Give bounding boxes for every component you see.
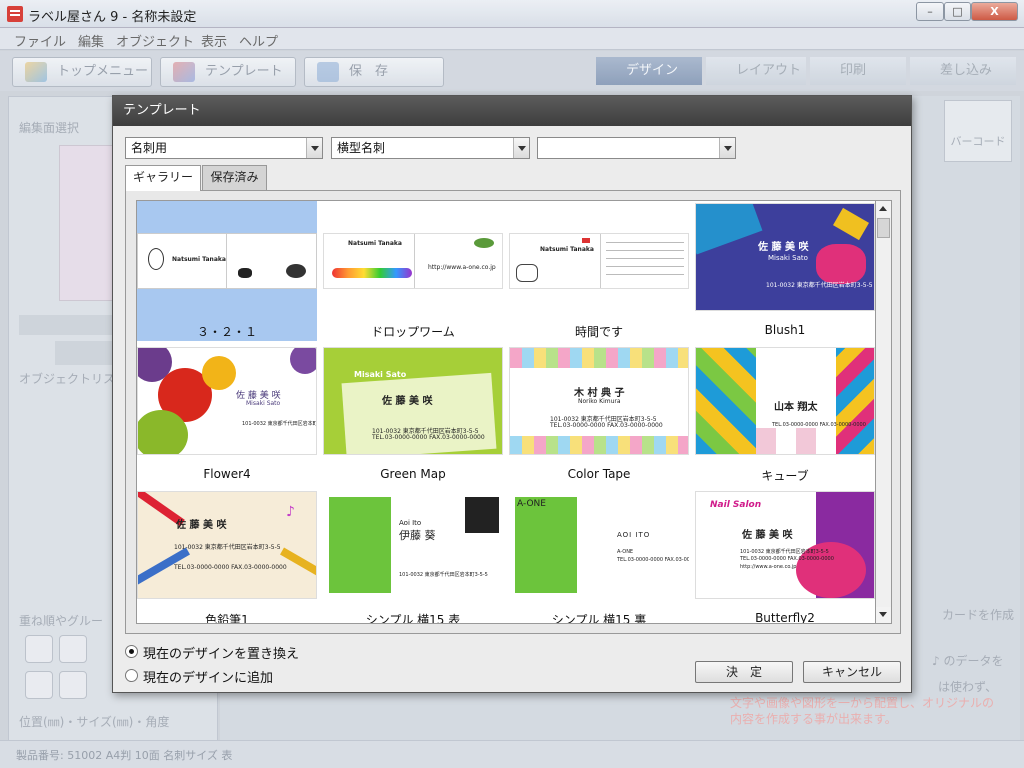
- template-thumbnail: Nail Salon 佐 藤 美 咲 101-0032 東京都千代田区岩本町3-…: [695, 491, 875, 599]
- template-item[interactable]: Nail Salon 佐 藤 美 咲 101-0032 東京都千代田区岩本町3-…: [695, 489, 875, 624]
- radio-selected-icon: [125, 645, 138, 658]
- template-item[interactable]: 佐 藤 美 咲 Misaki Sato 101-0032 東京都千代田区岩本町3…: [695, 201, 875, 341]
- chevron-down-icon: [306, 138, 322, 158]
- card-company-small: A-ONE: [617, 549, 634, 555]
- card-name: 佐 藤 美 咲: [742, 530, 793, 541]
- template-name: Color Tape: [567, 467, 631, 481]
- type-value: 横型名刺: [337, 141, 386, 155]
- card-tel: TEL.03-0000-0000 FAX.03-0000-0000: [174, 564, 287, 571]
- add-design-radio[interactable]: 現在のデザインに追加: [125, 667, 273, 686]
- card-address: 101-0032 東京都千代田区岩本町3-5-5: [740, 549, 829, 555]
- card-name-en: Misaki Sato: [354, 370, 407, 379]
- template-name: キューブ: [761, 469, 809, 483]
- template-item[interactable]: Natsumi Tanaka 時間です: [509, 201, 689, 341]
- template-item[interactable]: Natsumi Tanaka ３・２・１: [137, 201, 317, 341]
- card-tel: TEL.03-0000-0000 FAX.03-0000-0000: [617, 557, 689, 563]
- card-address: 101-0032 東京都千代田区岩本町3-5-5: [242, 421, 316, 427]
- type-select[interactable]: 横型名刺: [331, 137, 530, 159]
- template-thumbnail: 木 村 典 子 Noriko Kimura 101-0032 東京都千代田区岩本…: [509, 347, 689, 455]
- template-item[interactable]: Aoi Ito 伊藤 葵 101-0032 東京都千代田区岩本町3-5-5 シン…: [323, 489, 503, 624]
- card-name-en: AOI ITO: [617, 531, 651, 539]
- template-name: 色鉛筆1: [205, 613, 249, 624]
- card-company: Nail Salon: [710, 500, 762, 510]
- card-address: 101-0032 東京都千代田区岩本町3-5-5: [766, 282, 873, 289]
- template-item[interactable]: 佐 藤 美 咲 Misaki Sato 101-0032 東京都千代田区岩本町3…: [137, 345, 317, 485]
- card-name: 佐 藤 美 咲: [176, 520, 227, 531]
- scroll-down-icon[interactable]: [876, 607, 891, 623]
- card-name: Natsumi Tanaka: [172, 256, 226, 263]
- template-name: Butterfly2: [755, 611, 815, 624]
- card-name-en: Misaki Sato: [768, 254, 808, 262]
- card-name: 木 村 典 子: [574, 388, 625, 399]
- card-name: 佐 藤 美 咲: [382, 396, 433, 407]
- template-thumbnail: Aoi Ito 伊藤 葵 101-0032 東京都千代田区岩本町3-5-5: [323, 491, 503, 599]
- card-url: http://www.a-one.co.jp: [740, 564, 797, 570]
- template-item[interactable]: A-ONE AOI ITO A-ONE TEL.03-0000-0000 FAX…: [509, 489, 689, 624]
- template-name: Blush1: [764, 323, 806, 337]
- cancel-button[interactable]: キャンセル: [803, 661, 901, 683]
- template-thumbnail: Natsumi Tanaka: [137, 233, 317, 289]
- template-item[interactable]: 木 村 典 子 Noriko Kimura 101-0032 東京都千代田区岩本…: [509, 345, 689, 485]
- chevron-down-icon: [719, 138, 735, 158]
- template-item[interactable]: ♪ 佐 藤 美 咲 101-0032 東京都千代田区岩本町3-5-5 TEL.0…: [137, 489, 317, 624]
- card-tel: TEL.03-0000-0000 FAX.03-0000-0000: [550, 422, 663, 429]
- subtype-select[interactable]: [537, 137, 736, 159]
- template-thumbnail: ♪ 佐 藤 美 咲 101-0032 東京都千代田区岩本町3-5-5 TEL.0…: [137, 491, 317, 599]
- template-name: Green Map: [380, 467, 446, 481]
- template-item[interactable]: 山本 翔太 TEL.03-0000-0000 FAX.03-0000-0000 …: [695, 345, 875, 485]
- template-name: ３・２・１: [196, 325, 257, 339]
- card-tel: TEL.03-0000-0000 FAX.03-0000-0000: [740, 556, 834, 562]
- card-name-en: Aoi Ito: [399, 519, 422, 527]
- replace-design-radio[interactable]: 現在のデザインを置き換え: [125, 643, 299, 662]
- card-name: 山本 翔太: [774, 402, 818, 413]
- card-company: A-ONE: [517, 499, 546, 509]
- card-address: 101-0032 東京都千代田区岩本町3-5-5: [399, 572, 488, 578]
- template-dialog: テンプレート 名刺用 横型名刺 ギャラリー 保存済み Natsumi Tanak…: [112, 95, 912, 693]
- template-name: シンプル 横15 表: [365, 613, 461, 624]
- template-name: Flower4: [203, 467, 251, 481]
- card-tel: TEL.03-0000-0000 FAX.03-0000-0000: [372, 434, 485, 441]
- template-name: シンプル 横15 裏: [551, 613, 647, 624]
- template-gallery: Natsumi Tanaka ３・２・１ Natsumi Tanaka http…: [136, 200, 876, 624]
- tab-gallery[interactable]: ギャラリー: [125, 165, 201, 191]
- radio-unselected-icon: [125, 669, 138, 682]
- card-name: 伊藤 葵: [399, 529, 436, 542]
- add-design-label: 現在のデザインに追加: [143, 671, 274, 686]
- card-name-en: Noriko Kimura: [578, 398, 621, 405]
- scroll-thumb[interactable]: [877, 218, 890, 238]
- template-thumbnail: 佐 藤 美 咲 Misaki Sato 101-0032 東京都千代田区岩本町3…: [137, 347, 317, 455]
- template-thumbnail: 佐 藤 美 咲 Misaki Sato 101-0032 東京都千代田区岩本町3…: [695, 203, 875, 311]
- card-name: Natsumi Tanaka: [348, 240, 402, 247]
- tab-saved[interactable]: 保存済み: [202, 165, 267, 190]
- card-name: Natsumi Tanaka: [540, 246, 594, 253]
- card-url: http://www.a-one.co.jp: [428, 264, 496, 271]
- template-item[interactable]: Misaki Sato 佐 藤 美 咲 101-0032 東京都千代田区岩本町3…: [323, 345, 503, 485]
- card-name-en: Misaki Sato: [246, 400, 281, 407]
- card-name: 佐 藤 美 咲: [758, 242, 809, 253]
- dialog-title: テンプレート: [113, 96, 911, 126]
- template-name: ドロップワーム: [371, 325, 455, 339]
- template-thumbnail: A-ONE AOI ITO A-ONE TEL.03-0000-0000 FAX…: [509, 491, 689, 599]
- scroll-up-icon[interactable]: [876, 201, 891, 217]
- template-thumbnail: 山本 翔太 TEL.03-0000-0000 FAX.03-0000-0000: [695, 347, 875, 455]
- template-name: 時間です: [574, 325, 623, 339]
- ok-button[interactable]: 決 定: [695, 661, 793, 683]
- gallery-scrollbar[interactable]: [876, 200, 892, 624]
- chevron-down-icon: [513, 138, 529, 158]
- replace-design-label: 現在のデザインを置き換え: [143, 647, 300, 662]
- category-select[interactable]: 名刺用: [125, 137, 323, 159]
- template-thumbnail: Natsumi Tanaka http://www.a-one.co.jp: [323, 233, 503, 289]
- card-tel: TEL.03-0000-0000 FAX.03-0000-0000: [772, 422, 866, 428]
- template-thumbnail: Natsumi Tanaka: [509, 233, 689, 289]
- template-thumbnail: Misaki Sato 佐 藤 美 咲 101-0032 東京都千代田区岩本町3…: [323, 347, 503, 455]
- template-item[interactable]: Natsumi Tanaka http://www.a-one.co.jp ドロ…: [323, 201, 503, 341]
- category-value: 名刺用: [131, 141, 168, 155]
- card-address: 101-0032 東京都千代田区岩本町3-5-5: [174, 544, 281, 551]
